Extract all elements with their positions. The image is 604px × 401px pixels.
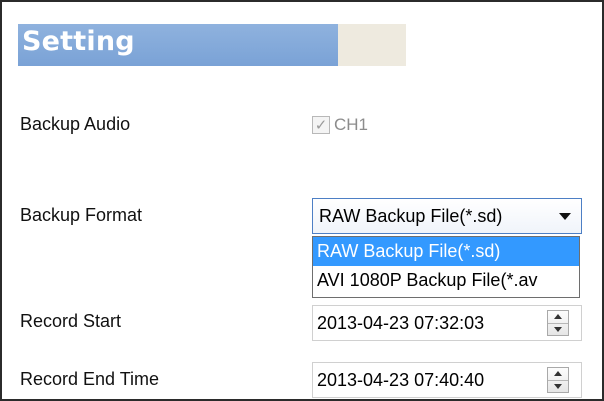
section-title: Setting bbox=[22, 26, 135, 57]
record-start-spinner[interactable] bbox=[547, 310, 569, 336]
ch1-checkbox[interactable]: ✓ bbox=[312, 116, 330, 134]
backup-format-label: Backup Format bbox=[20, 205, 143, 225]
dropdown-option-raw[interactable]: RAW Backup File(*.sd) bbox=[313, 237, 579, 266]
ch1-checkbox-label: CH1 bbox=[334, 115, 369, 134]
backup-format-dropdown-list: RAW Backup File(*.sd) AVI 1080P Backup F… bbox=[312, 236, 580, 298]
arrow-down-icon bbox=[554, 326, 562, 332]
backup-format-selected-value: RAW Backup File(*.sd) bbox=[319, 205, 503, 226]
settings-panel: Setting Backup Audio ✓ CH1 Backup Format… bbox=[0, 0, 604, 401]
record-start-field[interactable]: 2013-04-23 07:32:03 bbox=[312, 305, 582, 341]
spin-up-button[interactable] bbox=[548, 368, 568, 381]
ch1-checkbox-group[interactable]: ✓ CH1 bbox=[312, 115, 368, 135]
record-end-label: Record End Time bbox=[20, 369, 160, 389]
record-start-value[interactable]: 2013-04-23 07:32:03 bbox=[317, 313, 547, 334]
backup-audio-label: Backup Audio bbox=[20, 114, 131, 134]
record-start-label: Record Start bbox=[20, 311, 122, 331]
spin-up-button[interactable] bbox=[548, 311, 568, 324]
spin-down-button[interactable] bbox=[548, 324, 568, 336]
chevron-down-icon[interactable] bbox=[559, 212, 571, 220]
record-end-value[interactable]: 2013-04-23 07:40:40 bbox=[317, 370, 547, 391]
record-end-field[interactable]: 2013-04-23 07:40:40 bbox=[312, 362, 582, 398]
spin-down-button[interactable] bbox=[548, 381, 568, 393]
arrow-up-icon bbox=[554, 314, 562, 320]
section-header: Setting bbox=[18, 24, 406, 66]
record-end-spinner[interactable] bbox=[547, 367, 569, 393]
dropdown-option-avi[interactable]: AVI 1080P Backup File(*.av bbox=[313, 266, 579, 295]
checkmark-icon: ✓ bbox=[314, 116, 328, 134]
arrow-down-icon bbox=[554, 383, 562, 389]
arrow-up-icon bbox=[554, 371, 562, 377]
header-bar-end bbox=[338, 24, 406, 66]
backup-format-select[interactable]: RAW Backup File(*.sd) bbox=[312, 198, 582, 234]
